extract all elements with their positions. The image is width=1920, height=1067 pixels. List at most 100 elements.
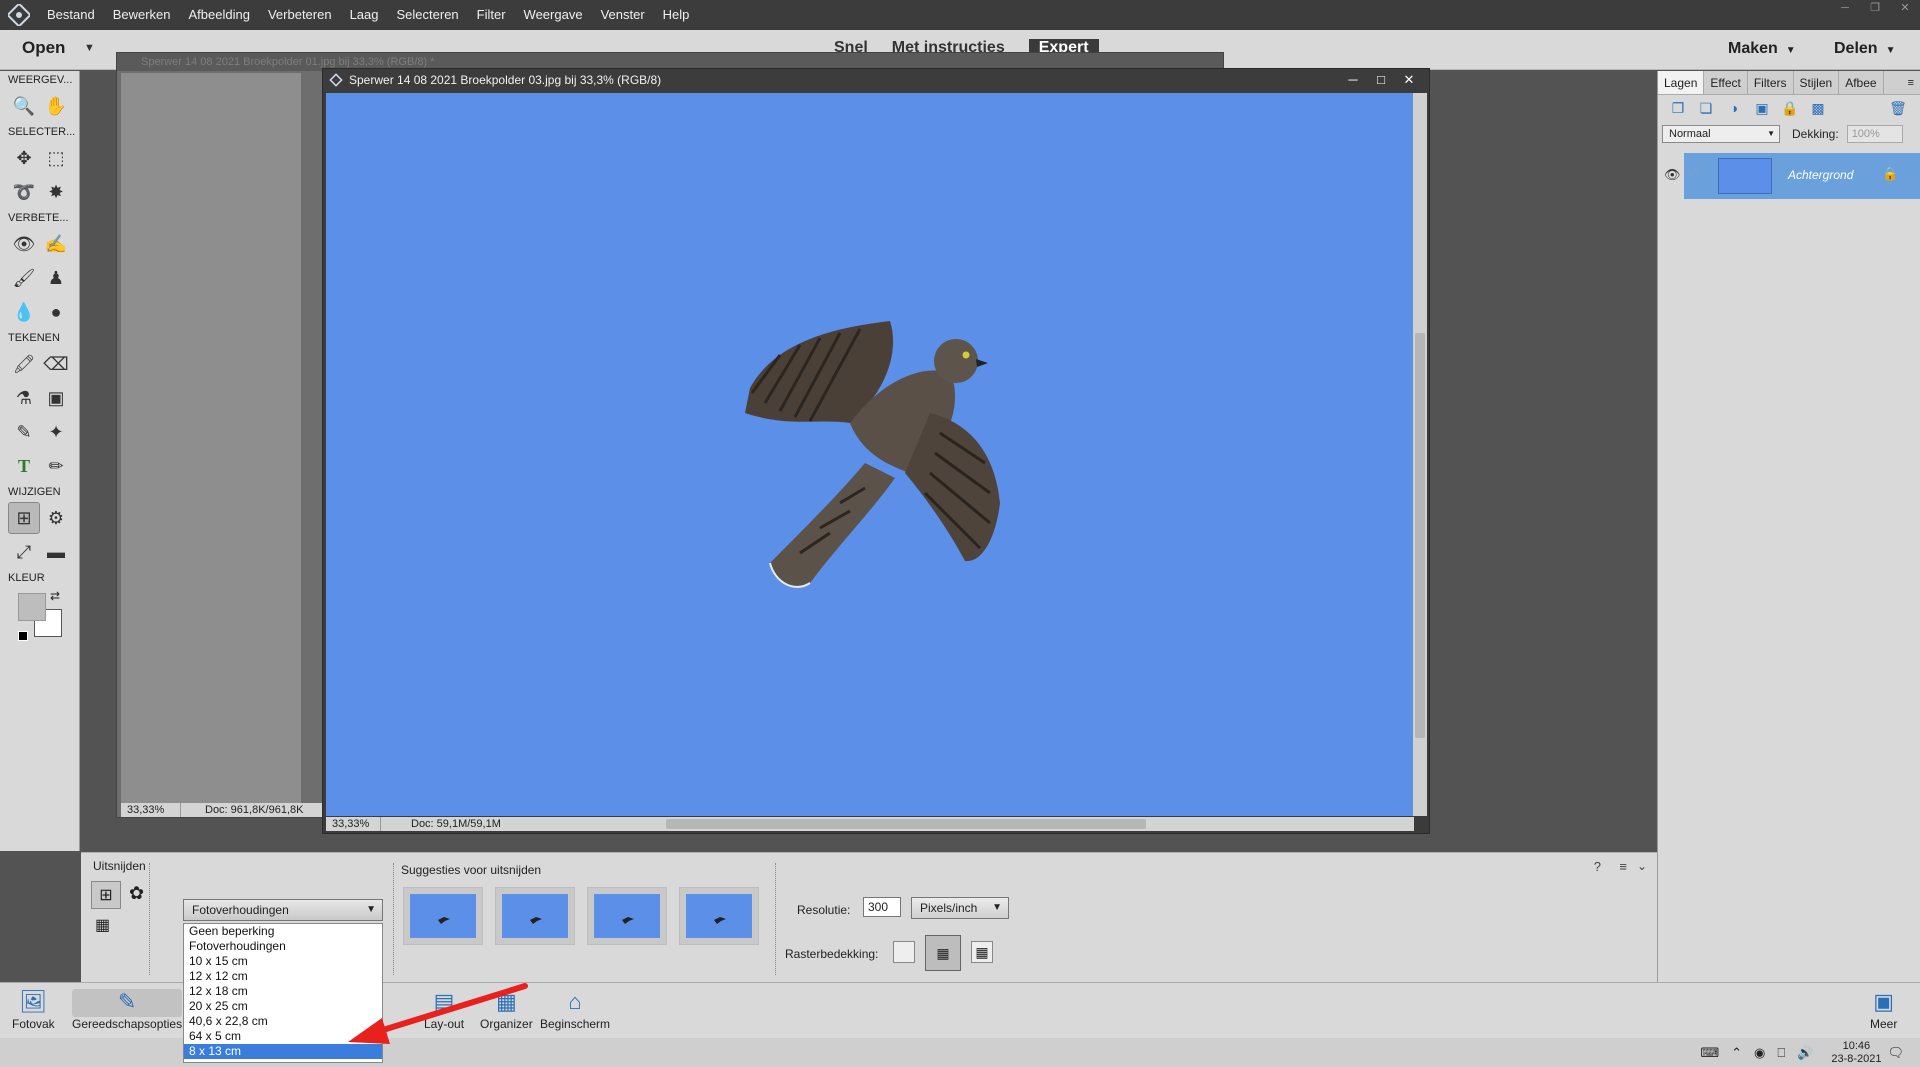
paint-bucket-icon[interactable]: ⚗ (8, 382, 40, 414)
grid-none-button[interactable] (893, 941, 915, 963)
perspective-crop-icon[interactable]: ▦ (95, 915, 110, 935)
smart-brush-icon[interactable]: 🖌 (8, 262, 40, 294)
gereedschapsopties-button[interactable]: ✎ Gereedschapsopties (72, 989, 183, 1031)
type-tool-icon[interactable]: T (8, 450, 40, 482)
layer-row[interactable]: 👁 ☍ Achtergrond 🔒 (1658, 153, 1920, 199)
tab-afbeeldingen[interactable]: Afbee (1839, 71, 1884, 94)
sponge-tool-icon[interactable]: ● (40, 296, 72, 328)
move-tool-icon[interactable]: ✥ (8, 142, 40, 174)
layer-lock-icon[interactable]: 🔒 (1882, 166, 1898, 182)
grid-fine-button[interactable]: ▦ (971, 941, 993, 963)
pencil-tool-icon[interactable]: ✏ (40, 450, 72, 482)
eyedropper-icon[interactable]: ✎ (8, 416, 40, 448)
menu-selecteren[interactable]: Selecteren (388, 0, 468, 30)
lock-transparency-icon[interactable]: ▩ (1804, 100, 1832, 117)
restore-icon[interactable]: ❐ (1860, 0, 1890, 16)
default-colors-icon[interactable] (18, 631, 28, 641)
options-menu-icon[interactable]: ≡ (1619, 859, 1627, 874)
hand-tool-icon[interactable]: ✋ (40, 90, 72, 122)
tab-lagen[interactable]: Lagen (1658, 71, 1705, 94)
ratio-option[interactable]: Fotoverhoudingen (184, 939, 382, 954)
vertical-scrollbar[interactable] (1413, 93, 1427, 816)
chevron-up-icon[interactable]: ⌃ (1731, 1045, 1742, 1061)
delen-button[interactable]: Delen ▼ (1834, 40, 1895, 58)
doc-maximize-icon[interactable]: □ (1367, 69, 1395, 91)
crop-suggestion-2[interactable] (495, 887, 575, 945)
eraser-tool-icon[interactable]: ⌫ (40, 348, 72, 380)
fotovak-button[interactable]: 🖼 Fotovak (12, 989, 55, 1031)
zoom-readout-front[interactable]: 33,33% (326, 817, 381, 831)
doc-close-icon[interactable]: ✕ (1395, 69, 1423, 91)
tab-filters[interactable]: Filters (1748, 71, 1794, 94)
clone-stamp-icon[interactable]: ♟ (40, 262, 72, 294)
visibility-eye-icon[interactable]: 👁 (1664, 167, 1681, 183)
keyboard-icon[interactable]: ⌨ (1700, 1045, 1719, 1061)
document-titlebar-front[interactable]: Sperwer 14 08 2021 Broekpolder 03.jpg bi… (323, 69, 1429, 91)
document-window-front[interactable]: Sperwer 14 08 2021 Broekpolder 03.jpg bi… (322, 68, 1430, 834)
spot-healing-icon[interactable]: ✍ (40, 228, 72, 260)
menu-venster[interactable]: Venster (592, 0, 654, 30)
cookie-cutter-icon[interactable]: ✿ (129, 883, 144, 904)
layer-thumbnail[interactable] (1718, 158, 1772, 194)
grid-thirds-button[interactable]: ▦ (925, 935, 961, 971)
horizontal-scrollbar-thumb[interactable] (666, 819, 1146, 829)
gradient-tool-icon[interactable]: ▣ (40, 382, 72, 414)
app-logo-icon[interactable] (0, 0, 38, 30)
meer-button[interactable]: ▣ Meer (1870, 989, 1897, 1031)
swap-colors-icon[interactable]: ⇄ (50, 589, 60, 603)
volume-icon[interactable]: 🔊 (1797, 1045, 1813, 1061)
opacity-input[interactable]: 100% (1846, 125, 1903, 143)
close-icon[interactable]: ✕ (1890, 0, 1920, 16)
photo-canvas[interactable] (326, 93, 1414, 816)
recompose-tool-icon[interactable]: ⚙ (40, 502, 72, 534)
crop-mode-icon[interactable]: ⊞ (91, 881, 121, 909)
new-layer-icon[interactable]: ❐ (1664, 100, 1692, 117)
foreground-color-swatch[interactable] (18, 593, 46, 621)
minimize-icon[interactable]: ─ (1830, 0, 1860, 16)
red-eye-tool-icon[interactable]: 👁 (8, 228, 40, 260)
adjustment-layer-icon[interactable]: ◑ (1720, 100, 1748, 116)
custom-shape-icon[interactable]: ✦ (40, 416, 72, 448)
crop-tool-icon[interactable]: ⊞ (8, 502, 40, 534)
beginscherm-button[interactable]: ⌂ Beginscherm (540, 989, 610, 1031)
menu-bewerken[interactable]: Bewerken (104, 0, 180, 30)
delete-layer-icon[interactable]: 🗑 (1884, 100, 1912, 117)
collapse-icon[interactable]: ⌄ (1637, 859, 1647, 873)
aspect-ratio-select[interactable]: Fotoverhoudingen ▼ (183, 899, 383, 921)
magic-wand-icon[interactable]: ✸ (40, 176, 72, 208)
blend-mode-select[interactable]: Normaal ▼ (1662, 125, 1780, 143)
lasso-tool-icon[interactable]: ➰ (8, 176, 40, 208)
notifications-icon[interactable]: 🗨 (1887, 1045, 1904, 1061)
document-canvas-back[interactable] (121, 73, 301, 803)
menu-afbeelding[interactable]: Afbeelding (180, 0, 259, 30)
menu-help[interactable]: Help (654, 0, 699, 30)
menu-filter[interactable]: Filter (468, 0, 515, 30)
menu-weergave[interactable]: Weergave (515, 0, 592, 30)
marquee-tool-icon[interactable]: ⬚ (40, 142, 72, 174)
menu-verbeteren[interactable]: Verbeteren (259, 0, 341, 30)
lock-icon[interactable]: 🔒 (1776, 100, 1804, 117)
tab-stijlen[interactable]: Stijlen (1794, 71, 1840, 94)
new-group-icon[interactable]: ❏ (1692, 100, 1720, 117)
panel-menu-icon[interactable]: ≡ (1902, 71, 1920, 94)
webcam-icon[interactable]: ◉ (1754, 1045, 1765, 1061)
menu-laag[interactable]: Laag (341, 0, 388, 30)
vertical-scrollbar-thumb[interactable] (1415, 333, 1425, 738)
open-button[interactable]: Open (22, 38, 65, 58)
help-icon[interactable]: ? (1594, 859, 1601, 874)
crop-suggestion-1[interactable] (403, 887, 483, 945)
brush-tool-icon[interactable]: 🖍 (8, 348, 40, 380)
clock[interactable]: 10:46 23-8-2021 (1831, 1040, 1881, 1066)
layer-mask-icon[interactable]: ▣ (1748, 100, 1776, 117)
menu-bestand[interactable]: Bestand (38, 0, 104, 30)
crop-suggestion-4[interactable] (679, 887, 759, 945)
layer-link-icon[interactable]: ☍ (1688, 165, 1700, 179)
content-aware-move-icon[interactable]: ⤢ (8, 536, 40, 568)
blur-tool-icon[interactable]: 💧 (8, 296, 40, 328)
ratio-option[interactable]: 10 x 15 cm (184, 954, 382, 969)
maken-button[interactable]: Maken ▼ (1728, 40, 1796, 58)
layer-name[interactable]: Achtergrond (1788, 168, 1853, 182)
tab-effect[interactable]: Effect (1704, 71, 1748, 94)
straighten-tool-icon[interactable]: ▬ (40, 536, 72, 568)
ratio-option[interactable]: Geen beperking (184, 924, 382, 939)
